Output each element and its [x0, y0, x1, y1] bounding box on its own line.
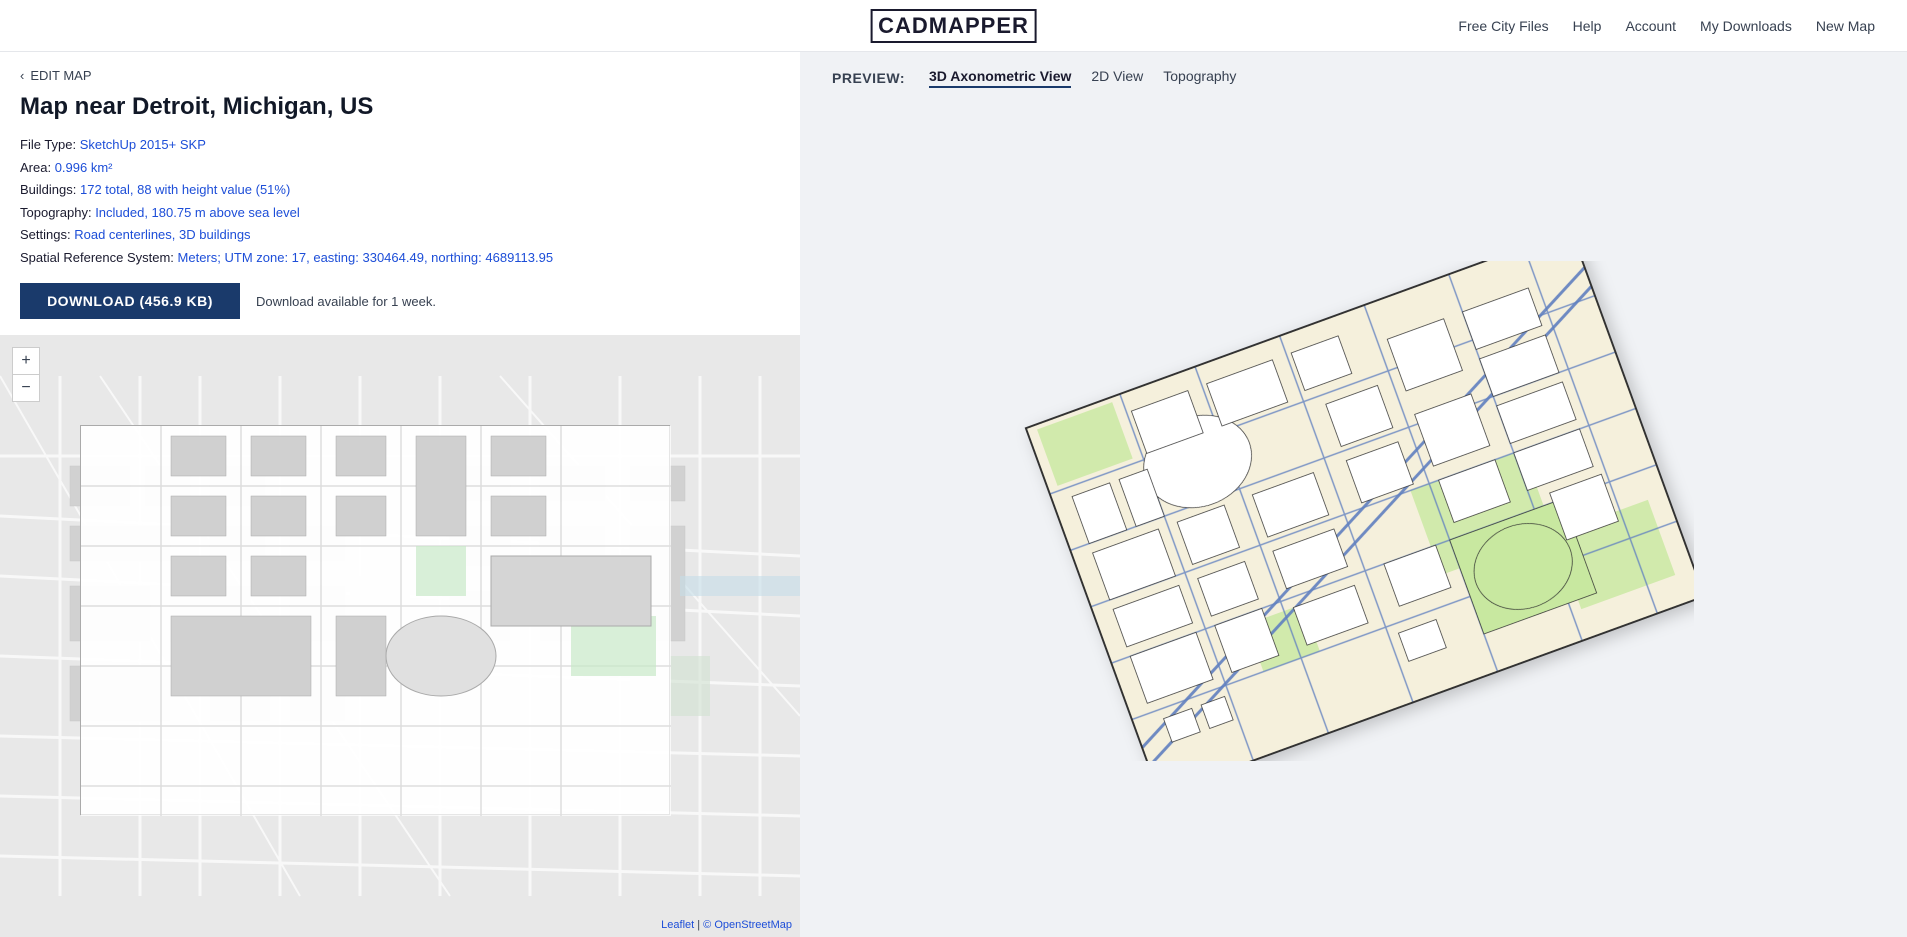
preview-area — [800, 104, 1907, 937]
buildings-value: 172 total, 88 with height value (51%) — [80, 182, 290, 197]
buildings-row: Buildings: 172 total, 88 with height val… — [20, 180, 780, 200]
download-note: Download available for 1 week. — [256, 294, 436, 309]
map-attribution: Leaflet | © OpenStreetMap — [661, 919, 792, 931]
nav-free-city-files[interactable]: Free City Files — [1458, 18, 1548, 34]
logo-box: CADMAPPER — [870, 9, 1037, 43]
area-value: 0.996 km² — [55, 160, 113, 175]
nav-help[interactable]: Help — [1573, 18, 1602, 34]
tab-2d-view[interactable]: 2D View — [1091, 68, 1143, 88]
logo-cad: CAD — [878, 13, 929, 38]
nav-account[interactable]: Account — [1625, 18, 1676, 34]
back-arrow-icon: ‹ — [20, 68, 24, 83]
settings-row: Settings: Road centerlines, 3D buildings — [20, 225, 780, 245]
srs-value: Meters; UTM zone: 17, easting: 330464.49… — [178, 250, 554, 265]
file-type-value: SketchUp 2015+ SKP — [80, 137, 206, 152]
preview-tabs: 3D Axonometric View 2D View Topography — [929, 68, 1236, 88]
area-label: Area: — [20, 160, 51, 175]
zoom-controls: + − — [12, 347, 40, 402]
info-grid: File Type: SketchUp 2015+ SKP Area: 0.99… — [20, 135, 780, 267]
main-content: ‹ EDIT MAP Map near Detroit, Michigan, U… — [0, 52, 1907, 937]
map-container[interactable]: + − Leaflet | © OpenStreetMap — [0, 335, 800, 937]
logo: CADMAPPER — [870, 9, 1037, 43]
download-row: DOWNLOAD (456.9 KB) Download available f… — [20, 283, 780, 319]
left-info: ‹ EDIT MAP Map near Detroit, Michigan, U… — [0, 52, 800, 335]
map-selection-overlay — [80, 425, 670, 815]
topography-value: Included, 180.75 m above sea level — [95, 205, 300, 220]
preview-header: PREVIEW: 3D Axonometric View 2D View Top… — [800, 52, 1907, 104]
file-type-row: File Type: SketchUp 2015+ SKP — [20, 135, 780, 155]
right-panel: PREVIEW: 3D Axonometric View 2D View Top… — [800, 52, 1907, 937]
zoom-in-button[interactable]: + — [13, 348, 39, 374]
axonometric-preview — [1014, 261, 1694, 781]
topography-label: Topography: — [20, 205, 92, 220]
nav-new-map[interactable]: New Map — [1816, 18, 1875, 34]
tab-topography[interactable]: Topography — [1163, 68, 1236, 88]
edit-map-link[interactable]: ‹ EDIT MAP — [20, 68, 780, 83]
header: CADMAPPER Free City Files Help Account M… — [0, 0, 1907, 52]
osm-link[interactable]: © OpenStreetMap — [703, 919, 792, 931]
preview-label: PREVIEW: — [832, 70, 905, 86]
topography-row: Topography: Included, 180.75 m above sea… — [20, 203, 780, 223]
axon-svg — [1014, 261, 1694, 761]
overlay-svg — [81, 426, 671, 816]
logo-mapper: MAPPER — [929, 13, 1029, 38]
leaflet-link[interactable]: Leaflet — [661, 919, 694, 931]
download-button[interactable]: DOWNLOAD (456.9 KB) — [20, 283, 240, 319]
settings-value: Road centerlines, 3D buildings — [74, 227, 250, 242]
tab-3d-axonometric[interactable]: 3D Axonometric View — [929, 68, 1071, 88]
left-panel: ‹ EDIT MAP Map near Detroit, Michigan, U… — [0, 52, 800, 937]
buildings-label: Buildings: — [20, 182, 76, 197]
settings-label: Settings: — [20, 227, 71, 242]
area-row: Area: 0.996 km² — [20, 158, 780, 178]
file-type-label: File Type: — [20, 137, 76, 152]
edit-map-label: EDIT MAP — [30, 68, 91, 83]
srs-label: Spatial Reference System: — [20, 250, 174, 265]
srs-row: Spatial Reference System: Meters; UTM zo… — [20, 248, 780, 268]
map-title: Map near Detroit, Michigan, US — [20, 93, 780, 121]
header-nav: Free City Files Help Account My Download… — [1458, 18, 1875, 34]
zoom-out-button[interactable]: − — [13, 375, 39, 401]
nav-my-downloads[interactable]: My Downloads — [1700, 18, 1792, 34]
